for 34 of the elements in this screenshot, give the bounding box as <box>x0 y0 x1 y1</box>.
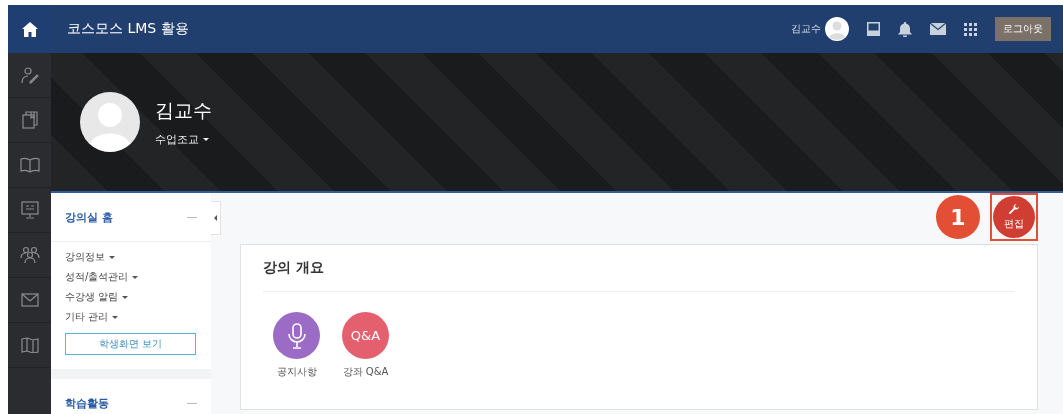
course-title: 강의 개요 <box>263 245 1015 292</box>
user-name[interactable]: 김교수 <box>791 22 821 36</box>
student-view-button[interactable]: 학생화면 보기 <box>65 333 196 355</box>
person-pen-icon[interactable] <box>20 66 39 84</box>
profile-name: 김교수 <box>155 97 212 123</box>
people-icon[interactable] <box>19 246 40 264</box>
apps-grid-icon[interactable] <box>964 22 977 36</box>
section-title[interactable]: 강의실 홈 <box>65 209 113 225</box>
menu-item[interactable]: 성적/출석관리 <box>65 267 139 287</box>
menu-item[interactable]: 강의정보 <box>65 247 115 267</box>
edit-button[interactable]: 편집 <box>993 196 1035 238</box>
mail-icon[interactable] <box>20 293 39 307</box>
activity-label[interactable]: 강좌 Q&A <box>342 365 389 379</box>
mail-icon[interactable] <box>930 23 946 35</box>
sidebar-toggle-button[interactable] <box>211 201 221 235</box>
presentation-board-icon[interactable] <box>20 201 39 219</box>
avatar-icon <box>80 92 140 152</box>
monitor-icon[interactable] <box>867 22 880 36</box>
site-title[interactable]: 코스모스 LMS 활용 <box>67 20 189 38</box>
microphone-icon[interactable] <box>273 312 320 359</box>
avatar-icon[interactable] <box>825 17 849 41</box>
bell-icon[interactable] <box>898 21 912 37</box>
map-icon[interactable] <box>20 337 39 353</box>
menu-item[interactable]: 수강생 알림 <box>65 287 129 307</box>
menu-item[interactable]: 기타 관리 <box>65 307 119 327</box>
activity-label[interactable]: 공지사항 <box>276 365 317 379</box>
book-icon[interactable] <box>21 111 38 129</box>
section-title[interactable]: 학습활동 <box>65 395 109 411</box>
home-icon[interactable] <box>21 21 38 37</box>
open-book-icon[interactable] <box>19 157 40 173</box>
wrench-icon <box>1008 203 1020 215</box>
role-dropdown[interactable]: 수업조교 <box>155 131 212 147</box>
logout-button[interactable]: 로그아웃 <box>995 17 1051 41</box>
step-number-badge: 1 <box>936 195 980 239</box>
